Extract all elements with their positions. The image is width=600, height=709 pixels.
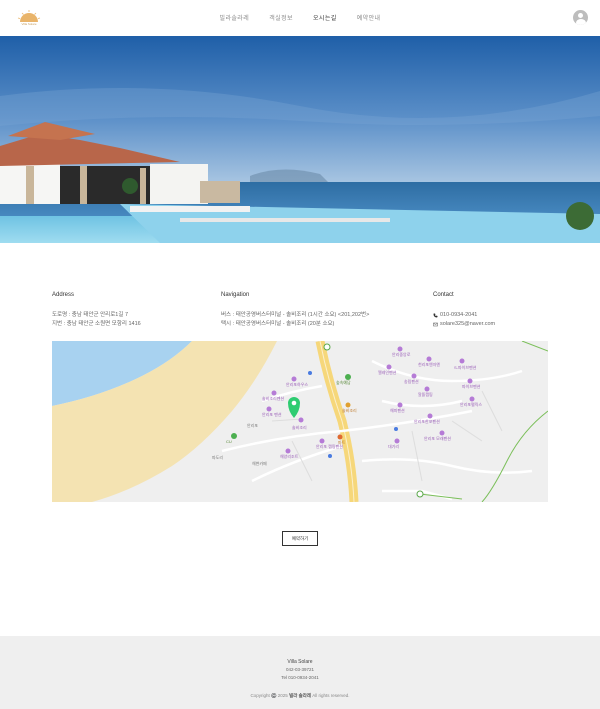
map-label-12: 알뜰캠핑 — [418, 391, 433, 397]
address-heading: Address — [52, 292, 75, 298]
nav-item-directions[interactable]: 오시는길 — [313, 13, 337, 22]
footer-phone: 042-03-39721 — [285, 667, 315, 672]
navigation-section: Navigation 버스 : 태안공영버스터미널 - 솔비조리 (1시간 소요… — [221, 292, 369, 329]
map-label-13: 해피펜션 — [390, 407, 405, 413]
map-label-20: 안리포 펜션 — [262, 411, 282, 417]
map-label-25: CU — [226, 439, 232, 444]
site-footer: Villa Solare 042-03-39721 Tel 010-0934-2… — [0, 636, 600, 709]
map-label-27: 해양리조트 — [280, 453, 299, 459]
address-lot: 지번 : 충남 태안군 소원면 모항리 1416 — [52, 321, 141, 327]
footer-tel: Tel 010-0934-2041 — [281, 675, 319, 680]
map-label-15: 안리포한포펜션 — [414, 418, 440, 424]
location-map[interactable]: 안리중앙로 천리포엔자엔 엘레인펜션 S-파이브펜션 송림펜션 파이브펜션 안리… — [52, 341, 548, 502]
map-label-7: 파이브펜션 — [462, 383, 481, 389]
navigation-heading: Navigation — [221, 292, 250, 298]
phone-icon — [433, 313, 438, 318]
mail-icon — [433, 322, 438, 327]
contact-email: solare325@naver.com — [440, 321, 496, 327]
reserve-button[interactable]: 예약하기 — [282, 531, 318, 546]
map-label-19: 솔비조리펜션 — [262, 395, 284, 401]
nav-item-villa[interactable]: 빌라솔라레 — [220, 13, 250, 22]
map-label-16: 안리포 모래펜션 — [424, 435, 451, 441]
map-label-24: 파도리 — [212, 454, 223, 460]
footer-copyright: Copyright ©️ 2025 빌라 솔라레 All rights rese… — [0, 693, 600, 699]
nav-item-reservation[interactable]: 예약안내 — [357, 13, 381, 22]
map-label-6: 송림펜션 — [404, 378, 419, 384]
map-label-3: 엘레인펜션 — [378, 369, 397, 375]
map-label-4: S-파이브펜션 — [454, 364, 477, 370]
map-label-26: 해변카페 — [252, 460, 267, 466]
map-label-22: 마트 — [338, 439, 346, 445]
address-section: Address 도로명 : 충남 태안군 안리로1길 7 지번 : 충남 태안군… — [52, 292, 141, 329]
hero-image — [0, 36, 600, 243]
navigation-bus: 버스 : 태안공영버스터미널 - 솔비조리 (1시간 소요) <201,202번… — [221, 312, 370, 318]
copyright-brand: 빌라 솔라레 — [289, 693, 312, 698]
copyright-prefix: Copyright ©️ 2025 — [250, 693, 288, 698]
map-label-18: 대기리 — [388, 443, 399, 449]
map-marker-label: 솔비조리 — [292, 424, 307, 430]
contact-email-row[interactable]: solare325@naver.com — [433, 320, 495, 329]
map-label-21: 솔비조리 — [342, 407, 357, 413]
footer-name: Villa Solare — [287, 659, 313, 665]
logo-text: Villa Solare — [21, 22, 37, 26]
contact-phone: 010-0934-2041 — [440, 312, 478, 318]
map-label-1: 안리중앙로 — [392, 351, 411, 357]
navigation-taxi: 택시 : 태안공영버스터미널 - 솔비조리 (20분 소요) — [221, 321, 335, 327]
nav-item-rooms[interactable]: 객실정보 — [269, 13, 293, 22]
map-label-10: 숲속예담 — [336, 379, 351, 385]
main-nav: 빌라솔라레 객실정보 오시는길 예약안내 — [0, 13, 600, 22]
address-road: 도로명 : 충남 태안군 안리로1길 7 — [52, 312, 129, 318]
map-label-8: 안리포펠릭스 — [460, 401, 482, 407]
contact-heading: Contact — [433, 292, 454, 298]
map-label-11: 안리포하우스 — [286, 381, 308, 387]
map-label-2: 천리포엔자엔 — [418, 361, 440, 367]
site-header: Villa Solare 빌라솔라레 객실정보 오시는길 예약안내 — [0, 0, 600, 36]
map-label-23: 안리포 — [247, 422, 258, 428]
copyright-suffix: All rights reserved. — [312, 693, 350, 698]
user-avatar-icon[interactable] — [573, 10, 588, 25]
contact-phone-row[interactable]: 010-0934-2041 — [433, 311, 495, 320]
contact-section: Contact 010-0934-2041 solare325@naver.co… — [433, 292, 495, 329]
